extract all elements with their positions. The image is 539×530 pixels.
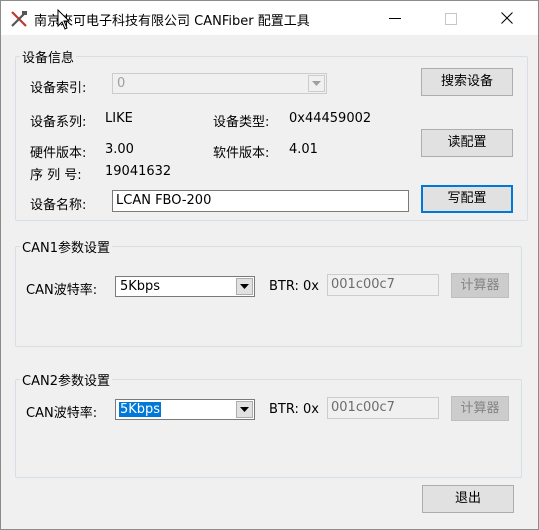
tools-icon: [11, 11, 27, 27]
can2-baud-dropdown-button[interactable]: [236, 401, 253, 418]
window-title: 南京來可电子科技有限公司 CANFiber 配置工具: [34, 14, 310, 29]
device-name-field[interactable]: LCAN FBO-200: [112, 190, 409, 212]
chevron-down-icon: [312, 81, 321, 86]
device-name-label: 设备名称:: [30, 198, 87, 213]
software-version-label: 软件版本:: [213, 146, 270, 161]
can2-settings-title: CAN2参数设置: [22, 374, 110, 389]
search-device-button[interactable]: 搜索设备: [421, 68, 513, 96]
can2-baud-label: CAN波特率:: [26, 406, 98, 421]
device-index-value: 0: [117, 76, 126, 91]
can2-calculator-button[interactable]: 计算器: [451, 396, 509, 421]
device-index-dropdown-button[interactable]: [308, 75, 325, 92]
can1-btr-field[interactable]: 001c00c7: [327, 274, 439, 296]
can1-settings-title: CAN1参数设置: [22, 241, 110, 256]
can2-settings-group: CAN2参数设置: [15, 370, 522, 478]
read-config-button[interactable]: 读配置: [421, 129, 513, 157]
can1-baud-label: CAN波特率:: [26, 283, 98, 298]
exit-button[interactable]: 退出: [422, 485, 514, 513]
can1-baud-select[interactable]: 5Kbps: [115, 276, 255, 297]
device-index-label: 设备索引:: [30, 81, 87, 96]
device-series-value: LIKE: [105, 111, 133, 126]
close-icon: [501, 12, 513, 24]
title-bar[interactable]: 南京來可电子科技有限公司 CANFiber 配置工具: [1, 1, 538, 35]
minimize-icon: [389, 18, 401, 19]
serial-number-value: 19041632: [105, 164, 172, 179]
can1-btr-label: BTR: 0x: [269, 279, 319, 294]
device-info-title: 设备信息: [22, 51, 75, 66]
can1-calculator-button[interactable]: 计算器: [451, 273, 509, 298]
device-index-select[interactable]: 0: [112, 73, 327, 94]
can1-baud-dropdown-button[interactable]: [236, 278, 253, 295]
can2-btr-label: BTR: 0x: [269, 402, 319, 417]
device-type-label: 设备类型:: [213, 115, 270, 130]
write-config-button[interactable]: 写配置: [421, 185, 513, 213]
maximize-button[interactable]: [427, 1, 473, 35]
minimize-button[interactable]: [373, 1, 419, 35]
device-type-value: 0x44459002: [289, 111, 372, 126]
can2-baud-select[interactable]: 5Kbps: [115, 399, 255, 420]
chevron-down-icon: [240, 284, 249, 289]
can1-baud-value: 5Kbps: [120, 279, 161, 294]
hardware-version-label: 硬件版本:: [30, 146, 87, 161]
hardware-version-value: 3.00: [105, 142, 134, 157]
can2-btr-field[interactable]: 001c00c7: [327, 397, 439, 419]
can2-baud-value: 5Kbps: [119, 402, 162, 417]
software-version-value: 4.01: [289, 142, 318, 157]
chevron-down-icon: [240, 407, 249, 412]
device-series-label: 设备系列:: [30, 115, 87, 130]
maximize-icon: [445, 13, 457, 25]
mouse-pointer-icon: [57, 9, 71, 30]
main-window: 南京來可电子科技有限公司 CANFiber 配置工具 设备信息 设备索引: 0 …: [0, 0, 539, 530]
close-button[interactable]: [485, 1, 531, 35]
serial-number-label: 序 列 号:: [30, 168, 82, 183]
